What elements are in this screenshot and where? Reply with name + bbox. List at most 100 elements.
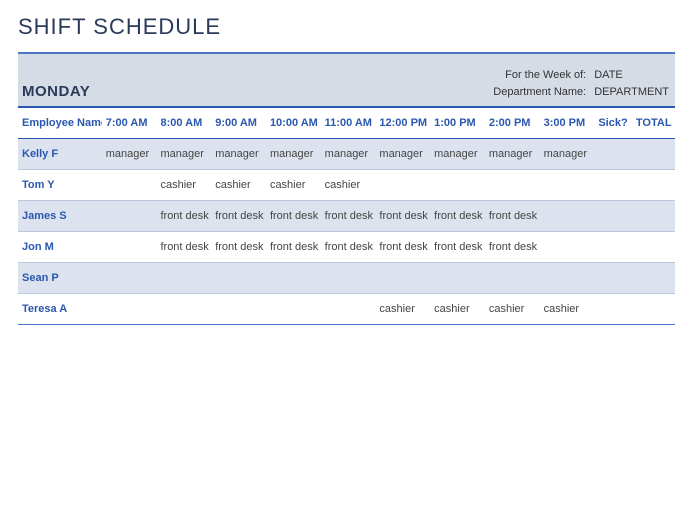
shift-cell [102,201,157,232]
shift-cell: front desk [321,232,376,263]
col-12pm: 12:00 PM [375,108,430,139]
shift-cell: front desk [485,201,540,232]
shift-cell: manager [321,139,376,170]
shift-cell: front desk [430,201,485,232]
meta-right: For the Week of: DATE Department Name: D… [471,61,675,106]
shift-cell: front desk [375,201,430,232]
shift-cell: cashier [156,170,211,201]
shift-cell [102,294,157,325]
col-1pm: 1:00 PM [430,108,485,139]
shift-cell [540,232,595,263]
col-11am: 11:00 AM [321,108,376,139]
shift-cell: manager [375,139,430,170]
employee-name-cell: Sean P [18,263,102,294]
table-row: Tom Ycashiercashiercashiercashier [18,170,675,201]
shift-cell: manager [266,139,321,170]
col-employee: Employee Name [18,108,102,139]
shift-cell [430,263,485,294]
col-9am: 9:00 AM [211,108,266,139]
meta-band: MONDAY For the Week of: DATE Department … [18,54,675,106]
shift-cell: cashier [375,294,430,325]
shift-cell: cashier [321,170,376,201]
shift-cell: front desk [156,232,211,263]
shift-cell: manager [430,139,485,170]
shift-cell: manager [211,139,266,170]
shift-cell [540,170,595,201]
shift-cell: front desk [485,232,540,263]
shift-cell: front desk [266,232,321,263]
shift-cell: manager [485,139,540,170]
shift-cell [321,263,376,294]
shift-cell: front desk [321,201,376,232]
shift-cell: front desk [211,201,266,232]
shift-cell [632,139,675,170]
shift-cell: cashier [266,170,321,201]
shift-cell [540,263,595,294]
col-3pm: 3:00 PM [540,108,595,139]
employee-name-cell: Teresa A [18,294,102,325]
shift-cell [594,201,632,232]
shift-cell [632,201,675,232]
shift-cell [375,170,430,201]
shift-cell [211,263,266,294]
shift-cell: manager [540,139,595,170]
shift-cell [156,294,211,325]
shift-cell [211,294,266,325]
shift-cell [375,263,430,294]
table-row: Jon Mfront deskfront deskfront deskfront… [18,232,675,263]
shift-cell [102,232,157,263]
employee-name-cell: Tom Y [18,170,102,201]
shift-cell: front desk [266,201,321,232]
employee-name-cell: Jon M [18,232,102,263]
shift-cell [540,201,595,232]
shift-cell: manager [102,139,157,170]
shift-cell [102,263,157,294]
shift-cell [485,170,540,201]
shift-cell [430,170,485,201]
shift-cell [594,294,632,325]
employee-name-cell: Kelly F [18,139,102,170]
day-heading: MONDAY [18,83,90,106]
shift-cell: front desk [430,232,485,263]
shift-cell [594,170,632,201]
week-label: For the Week of: [471,67,586,84]
schedule-sheet: SHIFT SCHEDULE MONDAY For the Week of: D… [0,0,675,325]
shift-cell [594,232,632,263]
shift-cell [632,232,675,263]
page-title: SHIFT SCHEDULE [18,14,675,40]
shift-cell [266,263,321,294]
shift-cell [266,294,321,325]
table-row: Kelly Fmanagermanagermanagermanagermanag… [18,139,675,170]
shift-cell: cashier [485,294,540,325]
shift-cell [321,294,376,325]
col-sick: Sick? [594,108,632,139]
table-row: Teresa Acashiercashiercashiercashier [18,294,675,325]
shift-cell: front desk [375,232,430,263]
table-row: Sean P [18,263,675,294]
schedule-table: Employee Name 7:00 AM 8:00 AM 9:00 AM 10… [18,108,675,325]
dept-label: Department Name: [471,84,586,101]
col-total: TOTAL [632,108,675,139]
shift-cell: manager [156,139,211,170]
week-value: DATE [594,67,623,84]
shift-cell: front desk [211,232,266,263]
header-row: Employee Name 7:00 AM 8:00 AM 9:00 AM 10… [18,108,675,139]
shift-cell [594,139,632,170]
table-row: James Sfront deskfront deskfront deskfro… [18,201,675,232]
shift-cell [594,263,632,294]
shift-cell: front desk [156,201,211,232]
col-10am: 10:00 AM [266,108,321,139]
shift-cell: cashier [540,294,595,325]
col-7am: 7:00 AM [102,108,157,139]
shift-cell [632,263,675,294]
shift-cell [102,170,157,201]
employee-name-cell: James S [18,201,102,232]
shift-cell: cashier [430,294,485,325]
shift-cell [632,294,675,325]
col-8am: 8:00 AM [156,108,211,139]
dept-value: DEPARTMENT [594,84,669,101]
col-2pm: 2:00 PM [485,108,540,139]
shift-cell: cashier [211,170,266,201]
shift-cell [485,263,540,294]
shift-cell [156,263,211,294]
